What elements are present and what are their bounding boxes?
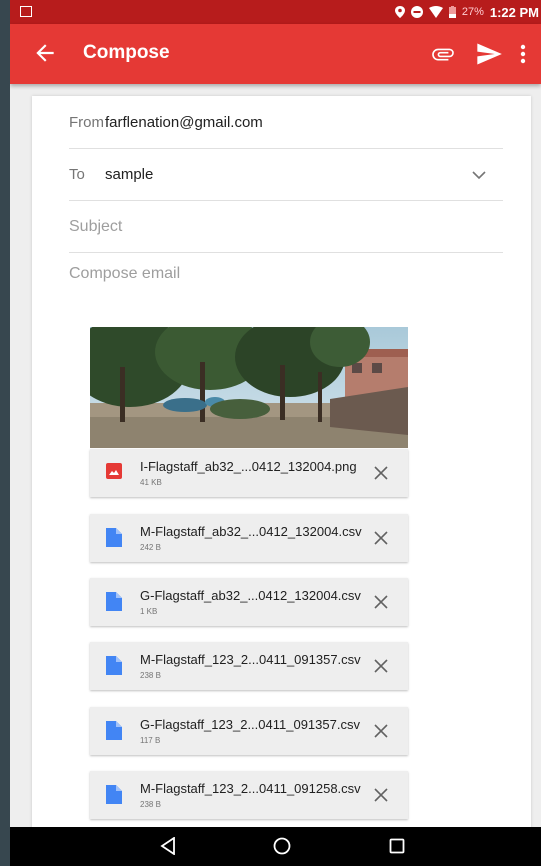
status-bar: 27% 1:22 PM [10, 0, 541, 24]
do-not-disturb-icon [410, 6, 423, 18]
attachment-image-preview[interactable] [90, 327, 408, 448]
attachment-item[interactable]: G-Flagstaff_ab32_...0412_132004.csv 1 KB [90, 578, 408, 626]
attachment-size: 1 KB [140, 607, 158, 616]
from-row[interactable]: From farflenation@gmail.com [69, 97, 503, 149]
home-circle-icon[interactable] [273, 837, 291, 855]
attachment-size: 238 B [140, 800, 161, 809]
document-file-icon [106, 592, 122, 611]
attachment-size: 238 B [140, 671, 161, 680]
paperclip-icon[interactable] [430, 41, 456, 67]
remove-attachment-icon[interactable] [374, 595, 388, 609]
attachment-item[interactable]: M-Flagstaff_123_2...0411_091258.csv 238 … [90, 771, 408, 819]
status-icons: 27% 1:22 PM [394, 0, 541, 24]
attachment-size: 117 B [140, 736, 161, 745]
app-bar: Compose [10, 24, 541, 84]
document-file-icon [106, 785, 122, 804]
image-notification-icon [20, 6, 32, 17]
attachment-filename: G-Flagstaff_123_2...0411_091357.csv [140, 717, 360, 732]
chevron-down-icon[interactable] [471, 167, 487, 183]
to-field[interactable]: sample [105, 166, 153, 183]
clock-time: 1:22 PM [489, 4, 539, 20]
attachment-item[interactable]: I-Flagstaff_ab32_...0412_132004.png 41 K… [90, 449, 408, 497]
compose-body-input[interactable]: Compose email [69, 265, 180, 283]
device-screen: 27% 1:22 PM Compose From farflenation@gm… [10, 0, 541, 866]
more-vert-icon[interactable] [518, 42, 528, 66]
document-file-icon [106, 721, 122, 740]
recents-square-icon[interactable] [389, 837, 405, 855]
remove-attachment-icon[interactable] [374, 466, 388, 480]
document-file-icon [106, 656, 122, 675]
wifi-icon [428, 6, 443, 18]
back-triangle-icon[interactable] [160, 837, 176, 855]
attachment-size: 41 KB [140, 478, 162, 487]
attachment-filename: M-Flagstaff_123_2...0411_091357.csv [140, 652, 361, 667]
attachment-filename: G-Flagstaff_ab32_...0412_132004.csv [140, 588, 361, 603]
attachment-item[interactable]: M-Flagstaff_ab32_...0412_132004.csv 242 … [90, 514, 408, 562]
remove-attachment-icon[interactable] [374, 531, 388, 545]
battery-percent: 27% [461, 6, 484, 18]
attachment-item[interactable]: G-Flagstaff_123_2...0411_091357.csv 117 … [90, 707, 408, 755]
compose-card: From farflenation@gmail.com To sample Su… [32, 96, 531, 836]
to-label: To [69, 166, 85, 183]
remove-attachment-icon[interactable] [374, 788, 388, 802]
from-address[interactable]: farflenation@gmail.com [105, 114, 263, 131]
attachment-size: 242 B [140, 543, 161, 552]
remove-attachment-icon[interactable] [374, 724, 388, 738]
attachment-filename: M-Flagstaff_ab32_...0412_132004.csv [140, 524, 362, 539]
subject-input[interactable]: Subject [69, 218, 122, 236]
page-title: Compose [83, 42, 170, 63]
send-icon[interactable] [475, 40, 503, 68]
remove-attachment-icon[interactable] [374, 659, 388, 673]
image-file-icon [106, 463, 122, 479]
document-file-icon [106, 528, 122, 547]
subject-row[interactable]: Subject [69, 201, 503, 253]
attachment-item[interactable]: M-Flagstaff_123_2...0411_091357.csv 238 … [90, 642, 408, 690]
system-nav-bar [10, 827, 541, 866]
back-arrow-icon[interactable] [32, 40, 58, 66]
location-icon [394, 6, 405, 18]
to-row[interactable]: To sample [69, 149, 503, 201]
attachment-filename: M-Flagstaff_123_2...0411_091258.csv [140, 781, 361, 796]
battery-icon [448, 6, 456, 18]
from-label: From [69, 114, 104, 131]
attachment-filename: I-Flagstaff_ab32_...0412_132004.png [140, 459, 357, 474]
